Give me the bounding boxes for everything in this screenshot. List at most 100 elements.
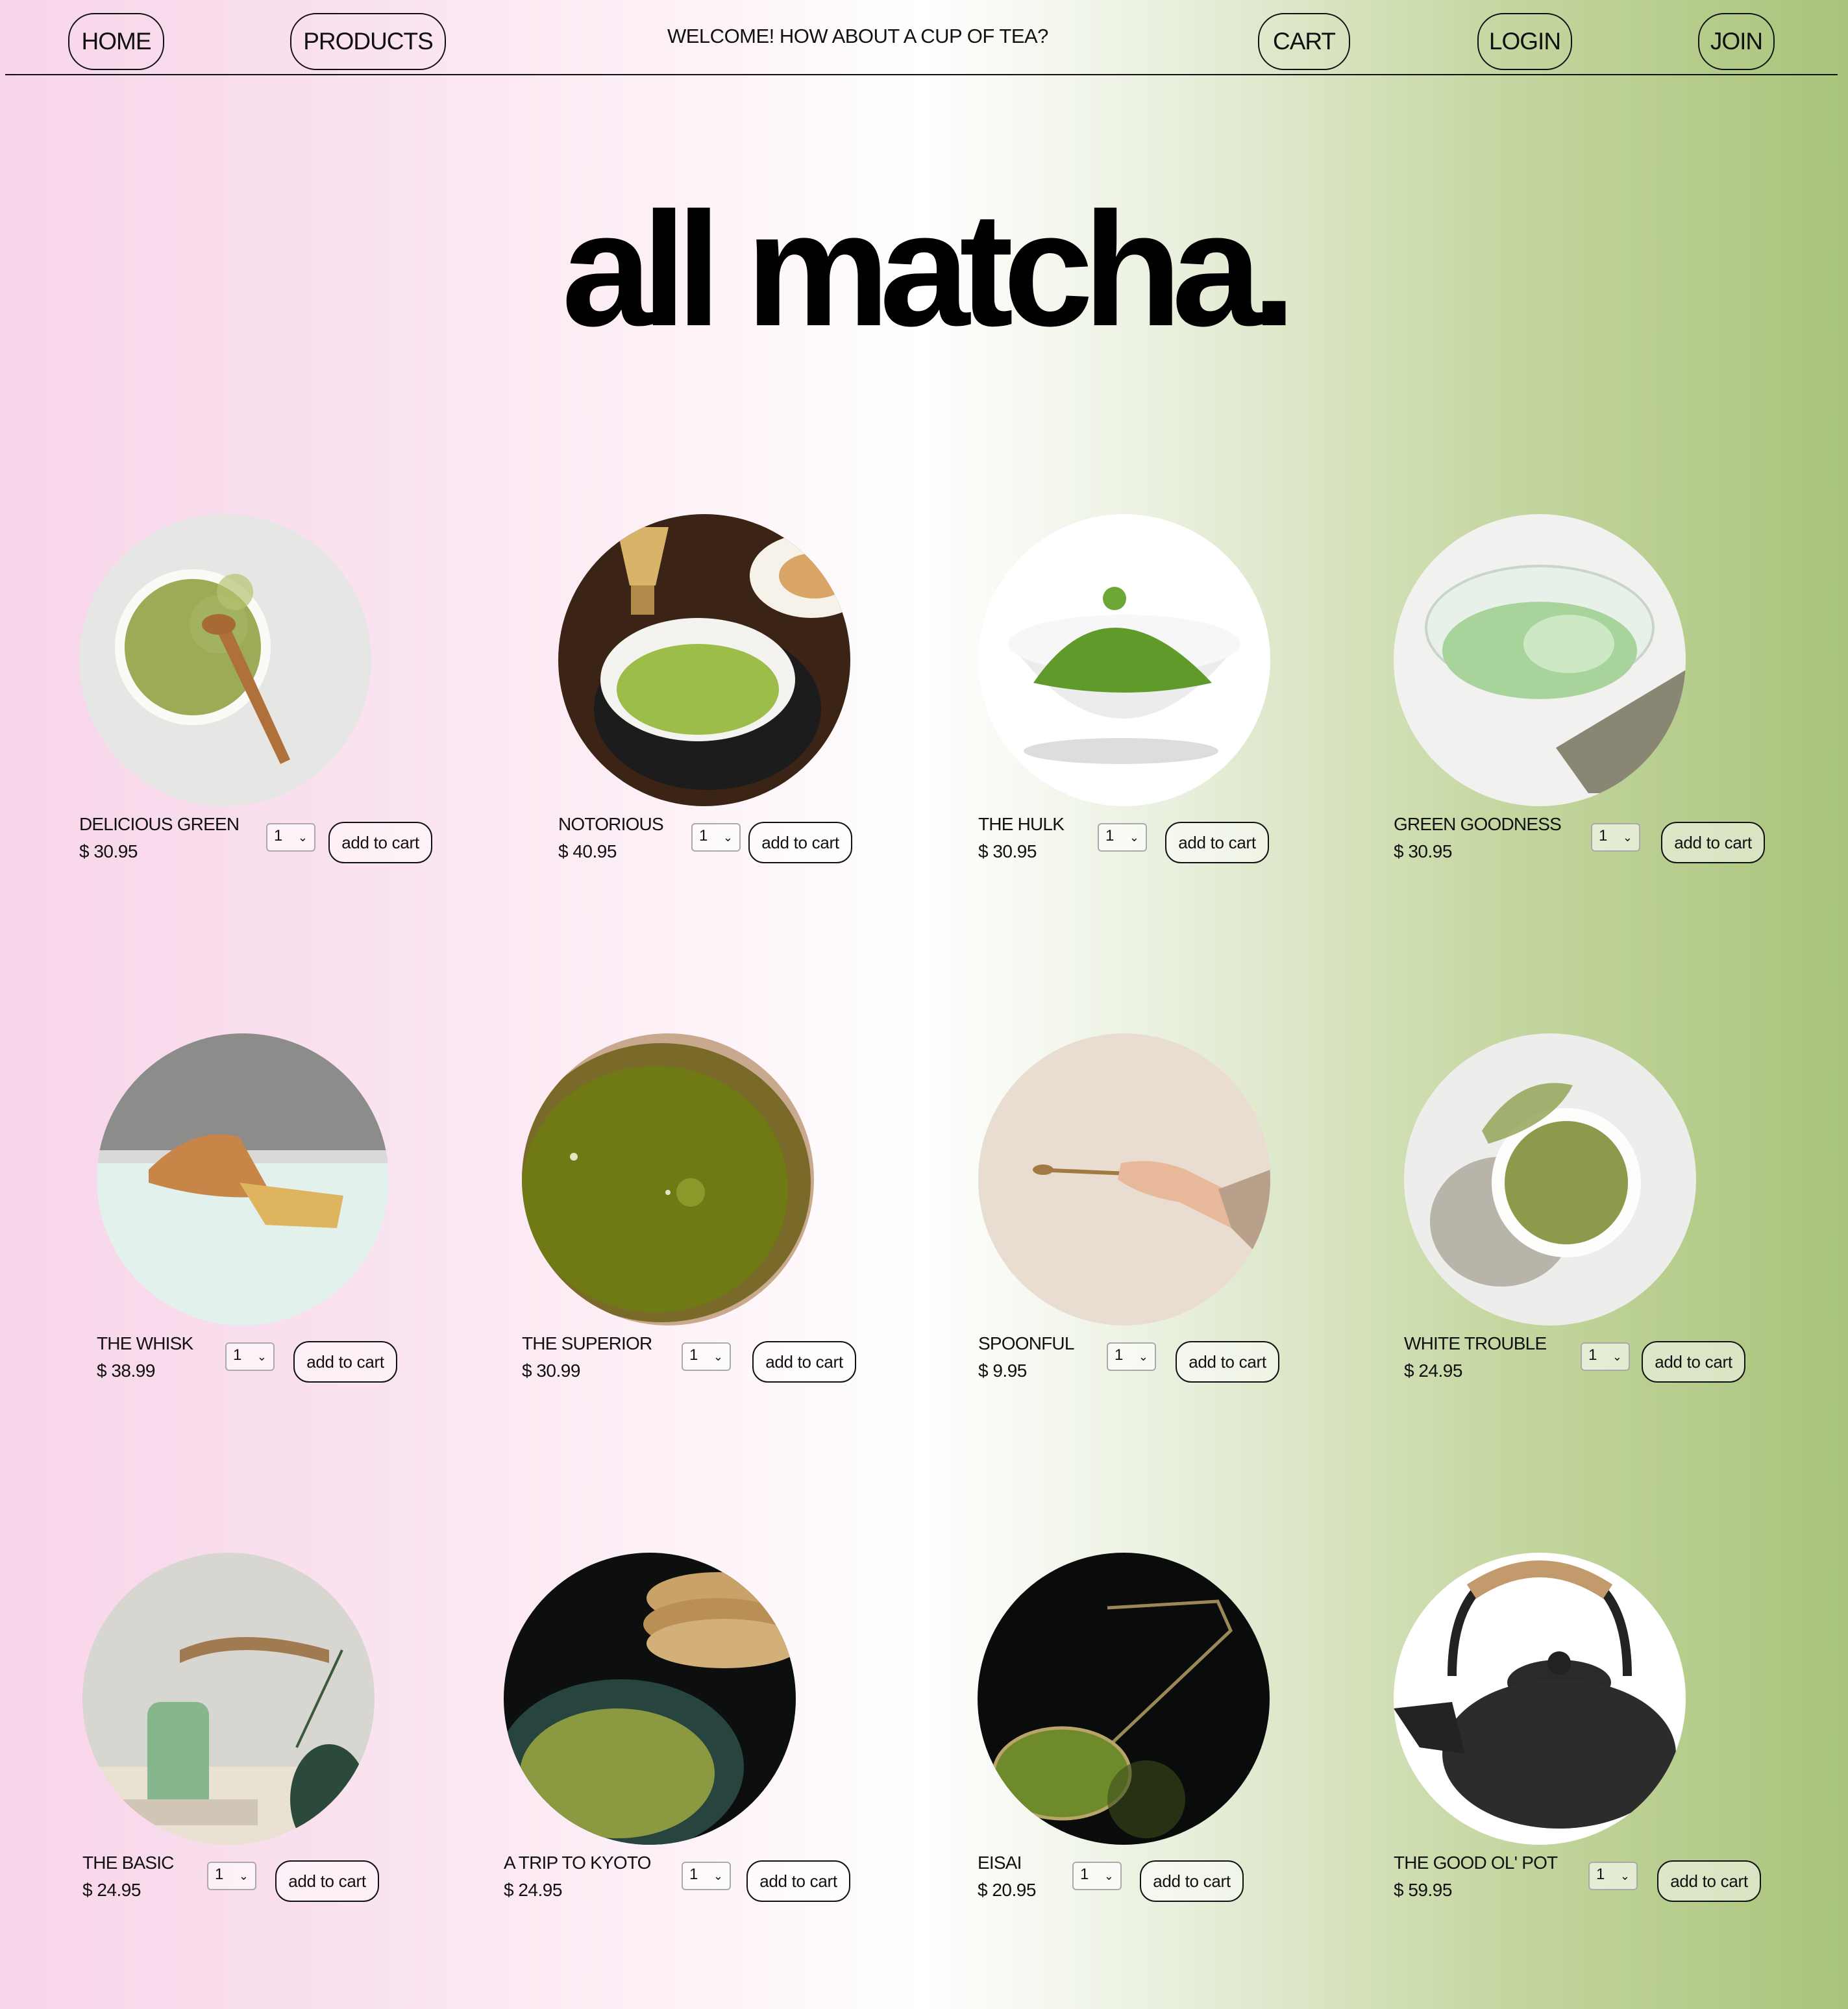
product-name: SPOONFUL (978, 1333, 1074, 1353)
product-image-matcha-plate-pancakes[interactable] (504, 1553, 796, 1845)
product-card: SPOONFUL $ 9.95 1 ⌄ add to cart (978, 1033, 1394, 1397)
product-name: THE WHISK (97, 1333, 193, 1353)
product-image-iced-matcha-latte[interactable] (82, 1553, 375, 1845)
quantity-select[interactable]: 1 ⌄ (1581, 1342, 1630, 1371)
quantity-select[interactable]: 1 ⌄ (682, 1862, 731, 1890)
add-to-cart-button[interactable]: add to cart (1140, 1860, 1244, 1902)
quantity-value: 1 (1588, 1346, 1597, 1364)
nav-login-button[interactable]: LOGIN (1477, 13, 1572, 70)
chevron-down-icon: ⌄ (1612, 1350, 1622, 1363)
quantity-select[interactable]: 1 ⌄ (691, 823, 741, 852)
product-image-matcha-tea-surface[interactable] (522, 1033, 814, 1325)
product-image-bamboo-whisk[interactable] (97, 1033, 389, 1325)
quantity-value: 1 (689, 1866, 698, 1883)
product-card: THE GOOD OL' POT $ 59.95 1 ⌄ add to cart (1394, 1553, 1809, 1916)
product-price: $ 30.95 (978, 841, 1037, 861)
product-card: THE WHISK $ 38.99 1 ⌄ add to cart (97, 1033, 512, 1397)
brand-title: all matcha. (561, 179, 1296, 360)
nav-join-button[interactable]: JOIN (1698, 13, 1775, 70)
quantity-value: 1 (689, 1346, 698, 1364)
chevron-down-icon: ⌄ (713, 1350, 723, 1363)
chevron-down-icon: ⌄ (722, 831, 733, 844)
quantity-value: 1 (233, 1346, 242, 1364)
chevron-down-icon: ⌄ (256, 1350, 267, 1363)
add-to-cart-button[interactable]: add to cart (1176, 1341, 1279, 1383)
product-card: THE SUPERIOR $ 30.99 1 ⌄ add to cart (522, 1033, 937, 1397)
product-price: $ 24.95 (1404, 1361, 1462, 1381)
quantity-value: 1 (1596, 1866, 1605, 1883)
quantity-select[interactable]: 1 ⌄ (1107, 1342, 1156, 1371)
product-name: THE HULK (978, 814, 1065, 834)
add-to-cart-button[interactable]: add to cart (328, 822, 432, 863)
product-name: EISAI (978, 1853, 1022, 1873)
add-to-cart-button[interactable]: add to cart (1642, 1341, 1745, 1383)
quantity-value: 1 (1115, 1346, 1124, 1364)
chevron-down-icon: ⌄ (297, 831, 308, 844)
product-price: $ 30.95 (1394, 841, 1452, 861)
chevron-down-icon: ⌄ (1138, 1350, 1148, 1363)
quantity-value: 1 (1599, 827, 1608, 844)
quantity-select[interactable]: 1 ⌄ (1591, 823, 1640, 852)
product-image-matcha-powder-bowl-spoon[interactable] (79, 514, 371, 806)
add-to-cart-button[interactable]: add to cart (1165, 822, 1269, 863)
product-price: $ 30.95 (79, 841, 138, 861)
product-price: $ 59.95 (1394, 1880, 1452, 1900)
product-name: WHITE TROUBLE (1404, 1333, 1547, 1353)
quantity-value: 1 (1080, 1866, 1089, 1883)
product-image-cast-iron-teapot[interactable] (1394, 1553, 1686, 1845)
chevron-down-icon: ⌄ (1103, 1869, 1114, 1882)
chevron-down-icon: ⌄ (1622, 831, 1632, 844)
product-price: $ 9.95 (978, 1361, 1027, 1381)
quantity-select[interactable]: 1 ⌄ (1098, 823, 1147, 852)
product-card: DELICIOUS GREEN $ 30.95 1 ⌄ add to cart (79, 514, 495, 878)
add-to-cart-button[interactable]: add to cart (746, 1860, 850, 1902)
product-card: WHITE TROUBLE $ 24.95 1 ⌄ add to cart (1404, 1033, 1819, 1397)
welcome-message: WELCOME! HOW ABOUT A CUP OF TEA? (667, 25, 1048, 47)
chevron-down-icon: ⌄ (1129, 831, 1139, 844)
quantity-select[interactable]: 1 ⌄ (225, 1342, 275, 1371)
nav-home-button[interactable]: HOME (68, 13, 164, 70)
product-price: $ 20.95 (978, 1880, 1036, 1900)
quantity-select[interactable]: 1 ⌄ (207, 1862, 256, 1890)
nav-cart-button[interactable]: CART (1258, 13, 1350, 70)
product-image-matcha-cup-whisk[interactable] (558, 514, 850, 806)
quantity-value: 1 (699, 827, 708, 844)
product-name: THE GOOD OL' POT (1394, 1853, 1558, 1873)
nav-products-button[interactable]: PRODUCTS (290, 13, 446, 70)
product-image-matcha-powder-small-bowl[interactable] (1404, 1033, 1696, 1325)
quantity-value: 1 (274, 827, 283, 844)
chevron-down-icon: ⌄ (713, 1869, 723, 1882)
chevron-down-icon: ⌄ (1620, 1869, 1630, 1882)
product-card: GREEN GOODNESS $ 30.95 1 ⌄ add to cart (1394, 514, 1809, 878)
quantity-select[interactable]: 1 ⌄ (682, 1342, 731, 1371)
product-image-matcha-sieve[interactable] (978, 1553, 1270, 1845)
product-image-matcha-powder-white-bowl[interactable] (978, 514, 1270, 806)
product-name: DELICIOUS GREEN (79, 814, 240, 834)
product-card: A TRIP TO KYOTO $ 24.95 1 ⌄ add to cart (504, 1553, 919, 1916)
add-to-cart-button[interactable]: add to cart (748, 822, 852, 863)
top-nav: HOME PRODUCTS WELCOME! HOW ABOUT A CUP O… (5, 0, 1838, 75)
product-price: $ 38.99 (97, 1361, 155, 1381)
add-to-cart-button[interactable]: add to cart (752, 1341, 856, 1383)
product-name: THE SUPERIOR (522, 1333, 652, 1353)
add-to-cart-button[interactable]: add to cart (1661, 822, 1765, 863)
product-image-hand-bamboo-spoon[interactable] (978, 1033, 1270, 1325)
quantity-select[interactable]: 1 ⌄ (1072, 1862, 1122, 1890)
product-card: THE HULK $ 30.95 1 ⌄ add to cart (978, 514, 1394, 878)
product-price: $ 24.95 (82, 1880, 141, 1900)
product-name: A TRIP TO KYOTO (504, 1853, 651, 1873)
quantity-value: 1 (215, 1866, 224, 1883)
product-price: $ 24.95 (504, 1880, 562, 1900)
add-to-cart-button[interactable]: add to cart (1657, 1860, 1761, 1902)
chevron-down-icon: ⌄ (238, 1869, 249, 1882)
product-name: GREEN GOODNESS (1394, 814, 1562, 834)
add-to-cart-button[interactable]: add to cart (293, 1341, 397, 1383)
product-card: EISAI $ 20.95 1 ⌄ add to cart (978, 1553, 1393, 1916)
product-price: $ 30.99 (522, 1361, 580, 1381)
product-image-glass-matcha-tea[interactable] (1394, 514, 1686, 806)
quantity-select[interactable]: 1 ⌄ (1588, 1862, 1638, 1890)
add-to-cart-button[interactable]: add to cart (275, 1860, 379, 1902)
product-price: $ 40.95 (558, 841, 617, 861)
product-card: THE BASIC $ 24.95 1 ⌄ add to cart (82, 1553, 498, 1916)
quantity-select[interactable]: 1 ⌄ (266, 823, 315, 852)
